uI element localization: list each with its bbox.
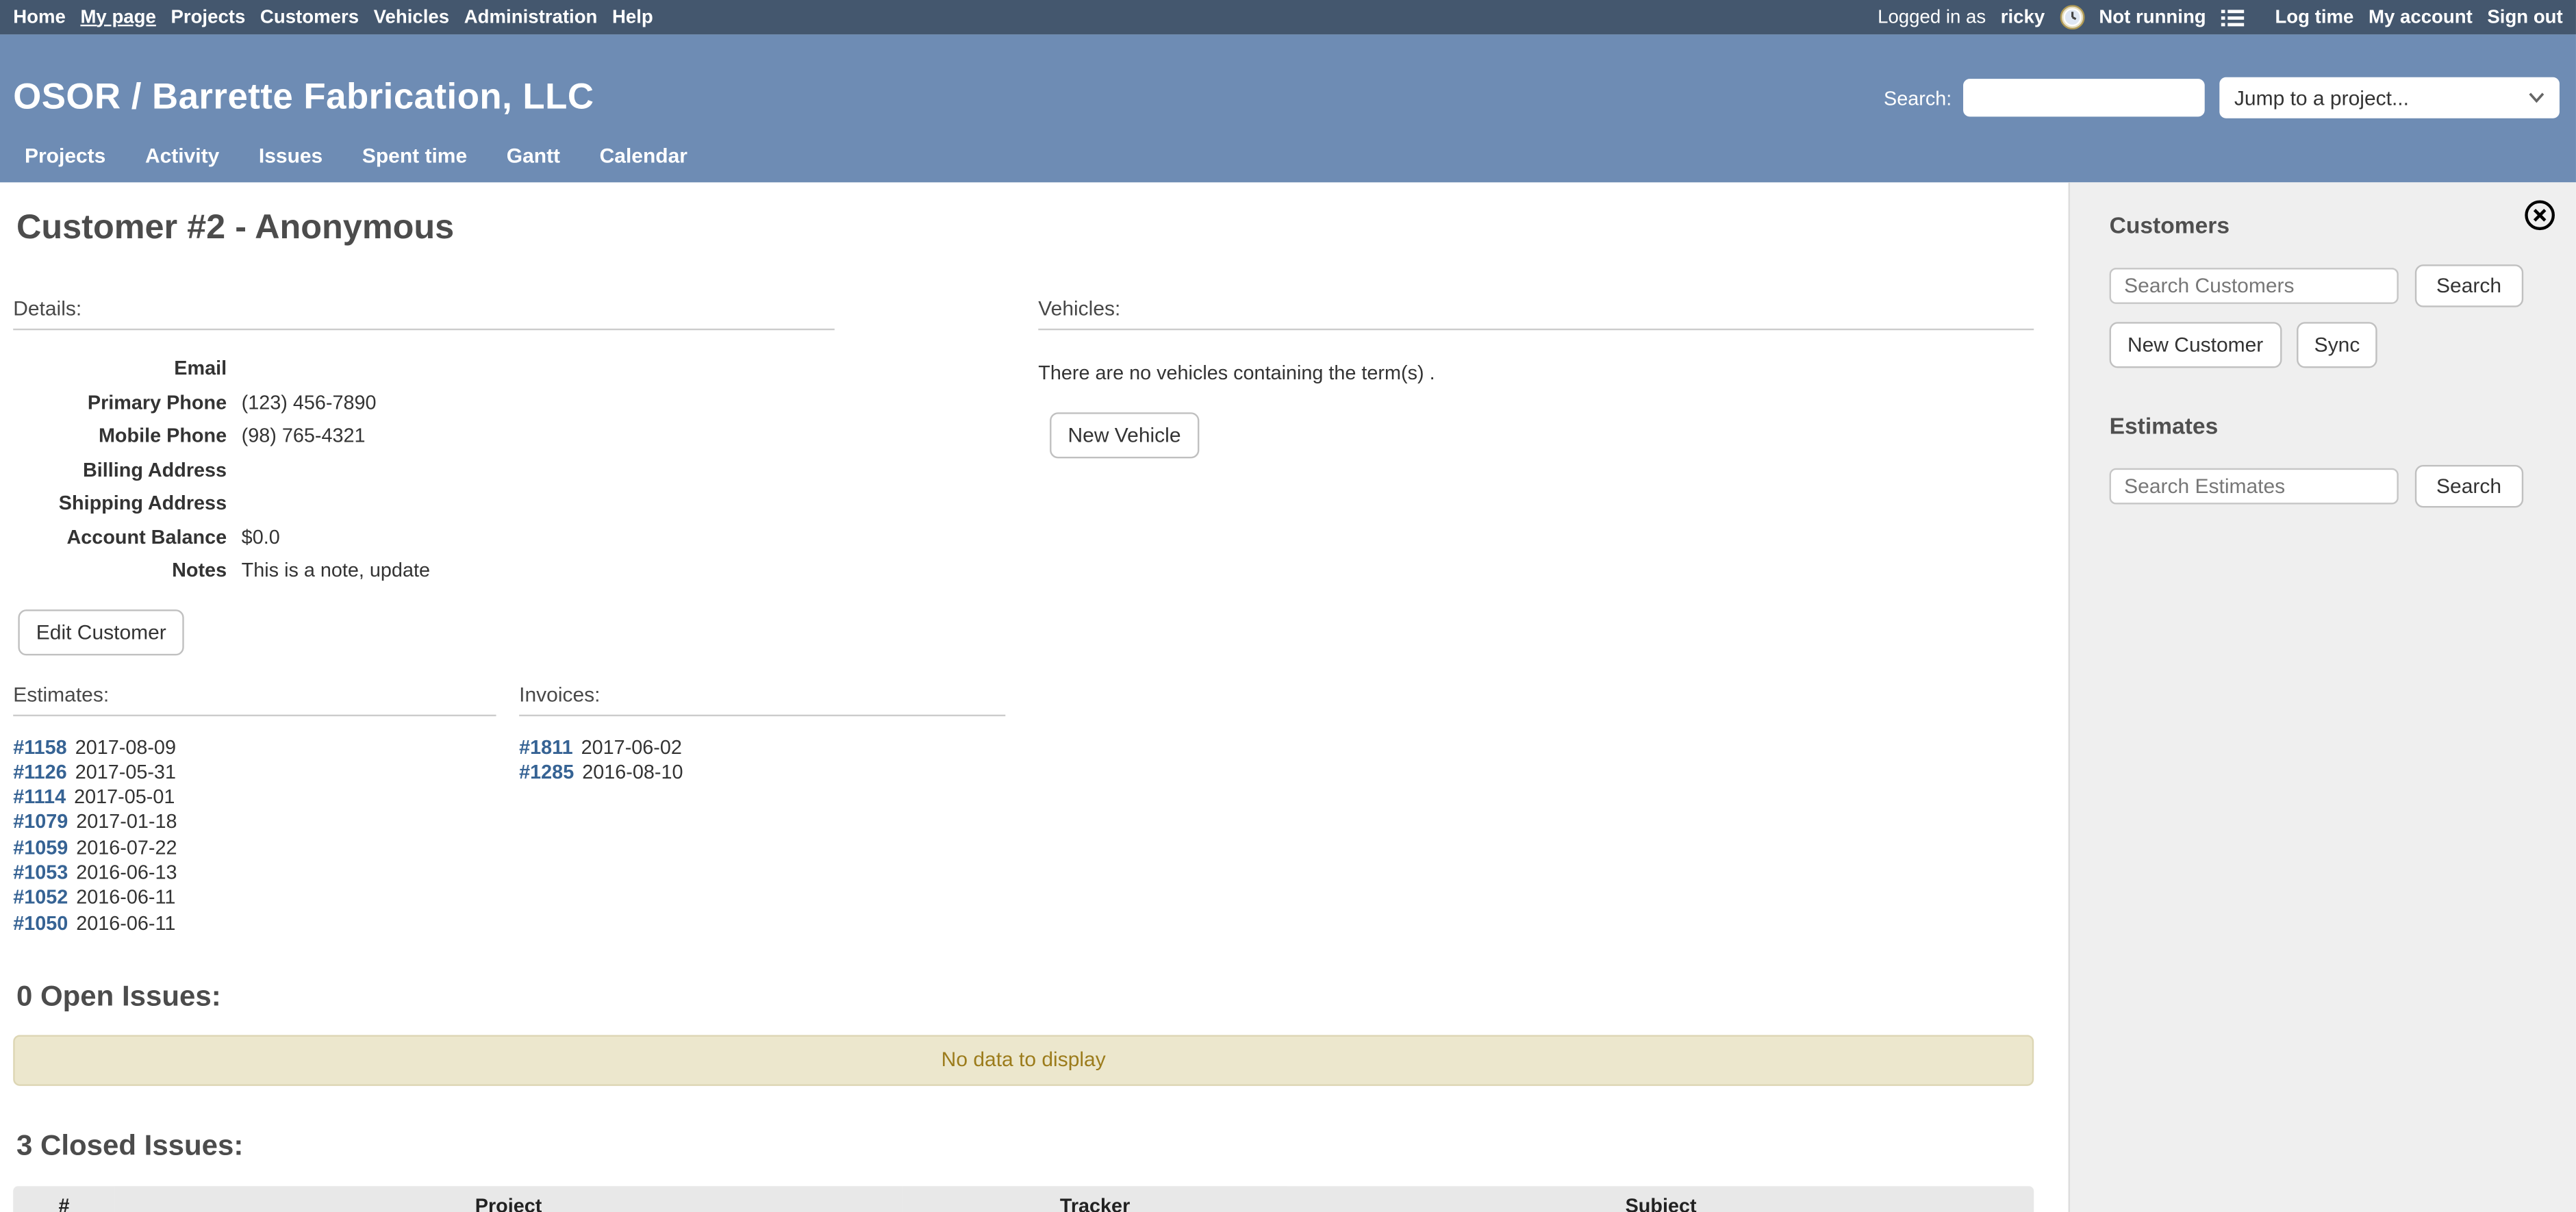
vehicles-empty-text: There are no vehicles containing the ter… bbox=[1038, 362, 2034, 385]
logged-in-username: ricky bbox=[2001, 8, 2045, 27]
detail-row-mobile-phone: Mobile Phone (98) 765-4321 bbox=[13, 419, 835, 453]
search-estimates-button[interactable]: Search bbox=[2415, 465, 2523, 507]
timer-clock-icon[interactable] bbox=[2060, 5, 2084, 29]
details-section: Details: Email Primary Phone (123) 456-7… bbox=[13, 297, 835, 655]
invoice-item: #18112017-06-02 bbox=[519, 735, 1005, 761]
sidebar-estimates-heading: Estimates bbox=[2110, 412, 2553, 438]
app-header: OSOR / Barrette Fabrication, LLC Search:… bbox=[0, 34, 2576, 182]
estimate-link[interactable]: #1052 bbox=[13, 886, 68, 909]
estimate-link[interactable]: #1050 bbox=[13, 911, 68, 935]
detail-row-shipping-address: Shipping Address bbox=[13, 486, 835, 520]
estimate-item: #11142017-05-01 bbox=[13, 785, 496, 811]
close-icon[interactable] bbox=[2523, 199, 2556, 231]
page-title: Customer #2 - Anonymous bbox=[16, 209, 2034, 249]
closed-issues-heading: 3 Closed Issues: bbox=[16, 1128, 2034, 1163]
sign-out-link[interactable]: Sign out bbox=[2487, 8, 2562, 27]
jump-to-project-select[interactable]: Jump to a project... bbox=[2219, 77, 2560, 118]
page-root: Home My page Projects Customers Vehicles… bbox=[0, 0, 2576, 1212]
new-customer-button[interactable]: New Customer bbox=[2110, 322, 2282, 368]
estimate-item: #11582017-08-09 bbox=[13, 735, 496, 761]
sidebar-customers-heading: Customers bbox=[2110, 212, 2553, 238]
estimate-item: #10522016-06-11 bbox=[13, 886, 496, 911]
estimate-item: #10532016-06-13 bbox=[13, 861, 496, 886]
new-vehicle-button[interactable]: New Vehicle bbox=[1050, 412, 1199, 458]
estimate-link[interactable]: #1114 bbox=[13, 785, 66, 809]
estimate-link[interactable]: #1158 bbox=[13, 735, 66, 759]
site-title: OSOR / Barrette Fabrication, LLC bbox=[13, 75, 594, 118]
timer-status: Not running bbox=[2099, 8, 2206, 27]
closed-issues-table: # Project Tracker Subject 182 Redmine Fe… bbox=[13, 1186, 2034, 1212]
invoice-item: #12852016-08-10 bbox=[519, 760, 1005, 785]
top-menu-my-page[interactable]: My page bbox=[80, 8, 155, 27]
search-label: Search: bbox=[1884, 86, 1952, 110]
vehicles-heading: Vehicles: bbox=[1038, 297, 2034, 330]
search-input[interactable] bbox=[1963, 79, 2205, 116]
estimate-item: #10792017-01-18 bbox=[13, 811, 496, 836]
estimates-section: Estimates: #11582017-08-09 #11262017-05-… bbox=[13, 683, 496, 936]
invoices-section: Invoices: #18112017-06-02 #12852016-08-1… bbox=[519, 683, 1005, 936]
log-time-link[interactable]: Log time bbox=[2275, 8, 2353, 27]
estimates-heading: Estimates: bbox=[13, 683, 496, 716]
detail-row-notes: Notes This is a note, update bbox=[13, 554, 835, 588]
detail-row-billing-address: Billing Address bbox=[13, 453, 835, 486]
top-menu-vehicles[interactable]: Vehicles bbox=[374, 8, 449, 27]
detail-row-primary-phone: Primary Phone (123) 456-7890 bbox=[13, 386, 835, 419]
column-header-id: # bbox=[13, 1186, 115, 1212]
detail-row-email: Email bbox=[13, 351, 835, 385]
jump-to-project-value: Jump to a project... bbox=[2234, 86, 2409, 110]
tab-projects[interactable]: Projects bbox=[5, 138, 125, 183]
vehicles-section: Vehicles: There are no vehicles containi… bbox=[1025, 297, 2034, 655]
main-content: Customer #2 - Anonymous Details: Email P… bbox=[0, 182, 2069, 1212]
invoice-link[interactable]: #1811 bbox=[519, 735, 572, 759]
estimate-link[interactable]: #1059 bbox=[13, 835, 68, 859]
column-header-tracker: Tracker bbox=[902, 1186, 1288, 1212]
estimate-link[interactable]: #1053 bbox=[13, 861, 68, 884]
top-menu-home[interactable]: Home bbox=[13, 8, 66, 27]
table-header-row: # Project Tracker Subject bbox=[13, 1186, 2034, 1212]
column-header-project: Project bbox=[115, 1186, 902, 1212]
header-search-area: Search: Jump to a project... bbox=[1884, 77, 2560, 118]
tab-gantt[interactable]: Gantt bbox=[487, 138, 580, 183]
estimate-link[interactable]: #1126 bbox=[13, 760, 66, 783]
tab-activity[interactable]: Activity bbox=[125, 138, 239, 183]
tab-spent-time[interactable]: Spent time bbox=[342, 138, 487, 183]
column-header-subject: Subject bbox=[1288, 1186, 2034, 1212]
tab-issues[interactable]: Issues bbox=[239, 138, 342, 183]
details-heading: Details: bbox=[13, 297, 835, 330]
sidebar: Customers Search New Customer Sync Estim… bbox=[2069, 182, 2576, 1212]
top-menu-customers[interactable]: Customers bbox=[260, 8, 359, 27]
top-menu-administration[interactable]: Administration bbox=[464, 8, 598, 27]
top-menu-projects[interactable]: Projects bbox=[171, 8, 245, 27]
estimate-item: #11262017-05-31 bbox=[13, 760, 496, 785]
estimate-link[interactable]: #1079 bbox=[13, 811, 68, 834]
estimate-item: #10592016-07-22 bbox=[13, 835, 496, 861]
no-data-notice: No data to display bbox=[13, 1035, 2034, 1085]
search-customers-input[interactable] bbox=[2110, 268, 2399, 304]
logged-in-label: Logged in as bbox=[1878, 8, 1986, 27]
timer-list-icon[interactable] bbox=[2221, 8, 2244, 27]
open-issues-heading: 0 Open Issues: bbox=[16, 979, 2034, 1013]
invoices-heading: Invoices: bbox=[519, 683, 1005, 716]
top-menu-bar: Home My page Projects Customers Vehicles… bbox=[0, 0, 2576, 34]
detail-row-account-balance: Account Balance $0.0 bbox=[13, 520, 835, 553]
invoice-link[interactable]: #1285 bbox=[519, 760, 574, 783]
sync-button[interactable]: Sync bbox=[2296, 322, 2377, 368]
main-tabs: Projects Activity Issues Spent time Gant… bbox=[5, 138, 707, 183]
search-estimates-input[interactable] bbox=[2110, 468, 2399, 505]
tab-calendar[interactable]: Calendar bbox=[580, 138, 707, 183]
estimate-item: #10502016-06-11 bbox=[13, 911, 496, 937]
search-customers-button[interactable]: Search bbox=[2415, 264, 2523, 307]
chevron-down-icon bbox=[2528, 92, 2545, 103]
edit-customer-button[interactable]: Edit Customer bbox=[18, 609, 184, 655]
my-account-link[interactable]: My account bbox=[2369, 8, 2473, 27]
top-menu-help[interactable]: Help bbox=[612, 8, 653, 27]
